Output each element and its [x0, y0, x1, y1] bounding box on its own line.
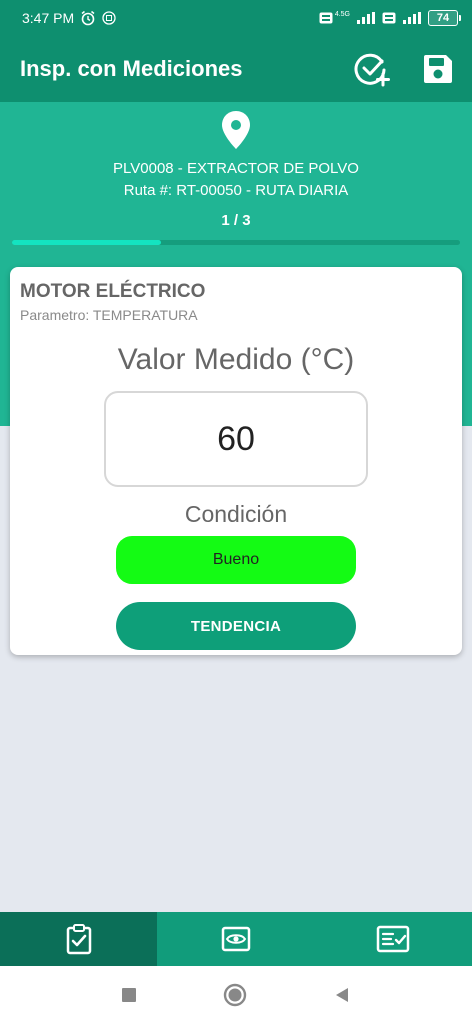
alarm-icon — [80, 10, 96, 26]
measurement-card: MOTOR ELÉCTRICO Parametro: TEMPERATURA V… — [10, 267, 462, 655]
nav-item-inspection[interactable] — [0, 912, 158, 966]
back-icon[interactable] — [333, 986, 351, 1004]
equipment-label: PLV0008 - EXTRACTOR DE POLVO — [113, 160, 359, 177]
hero-content: PLV0008 - EXTRACTOR DE POLVO Ruta #: RT-… — [0, 102, 472, 229]
app-actions — [352, 49, 458, 89]
condition-label: Condición — [184, 501, 288, 527]
nav-item-view[interactable] — [157, 912, 314, 966]
app-bar: Insp. con Mediciones — [0, 36, 472, 102]
clipboard-check-icon — [66, 924, 91, 955]
sim-icon — [102, 11, 116, 25]
checklist-icon — [377, 925, 410, 953]
battery-icon: 74 — [428, 10, 461, 26]
parameter-label: Parametro: TEMPERATURA — [20, 307, 198, 323]
progress-bar — [12, 240, 460, 245]
signal-icon — [356, 12, 376, 24]
location-pin-icon — [222, 111, 250, 149]
check-add-icon[interactable] — [352, 49, 392, 89]
volte-icon — [319, 12, 333, 24]
eye-icon — [221, 926, 251, 952]
status-left: 3:47 PM — [22, 10, 116, 26]
bottom-nav — [0, 912, 472, 966]
status-bar: 3:47 PM 4.5G 74 — [0, 0, 472, 36]
app-title: Insp. con Mediciones — [20, 56, 243, 81]
measure-value-input[interactable] — [104, 391, 368, 487]
recents-icon[interactable] — [121, 987, 137, 1003]
network-type: 4.5G — [334, 10, 350, 18]
home-icon[interactable] — [223, 983, 247, 1007]
status-right: 4.5G 74 — [319, 10, 461, 26]
volte-icon-2 — [382, 12, 396, 24]
progress-fill — [12, 240, 162, 245]
save-icon[interactable] — [418, 49, 458, 89]
trend-button[interactable]: TENDENCIA — [116, 602, 356, 650]
measure-label: Valor Medido (°C) — [117, 343, 355, 376]
condition-button[interactable]: Bueno — [116, 536, 356, 584]
nav-item-checklist[interactable] — [315, 912, 472, 966]
progress-counter: 1 / 3 — [221, 212, 251, 229]
system-nav-bar — [0, 966, 472, 1024]
signal-icon-2 — [402, 12, 422, 24]
component-title: MOTOR ELÉCTRICO — [20, 281, 206, 302]
status-time: 3:47 PM — [22, 10, 75, 26]
route-label: Ruta #: RT-00050 - RUTA DIARIA — [123, 182, 349, 199]
